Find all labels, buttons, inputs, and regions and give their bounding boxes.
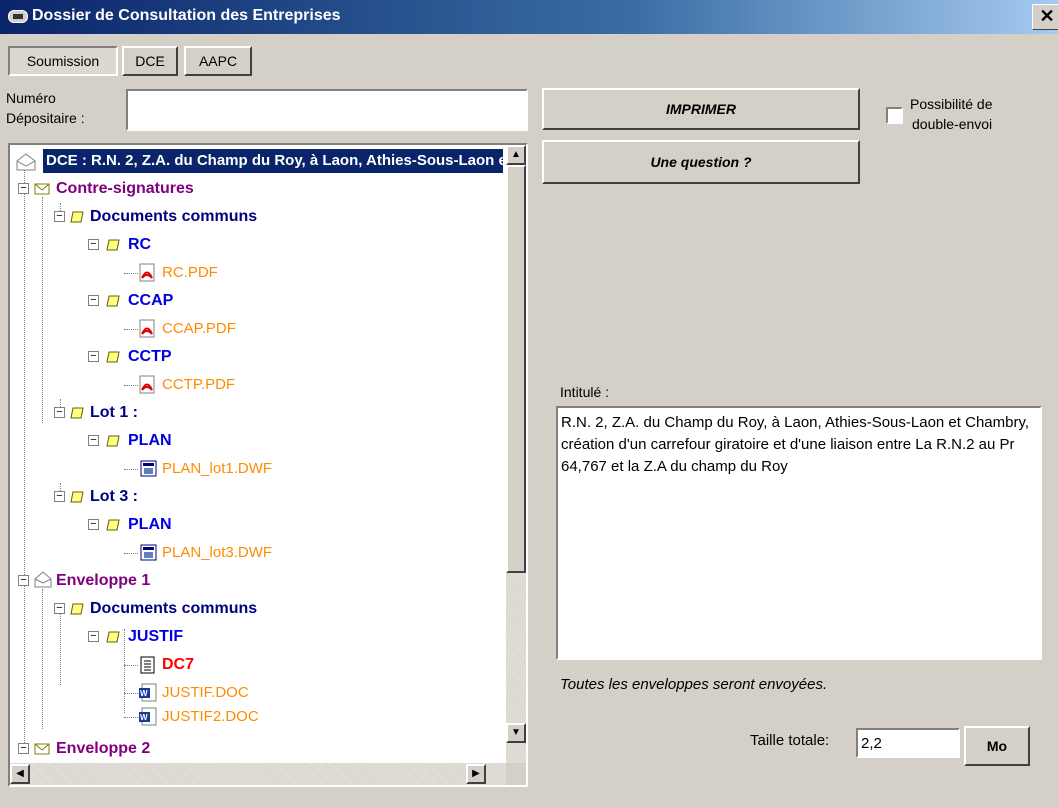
window-title: Dossier de Consultation des Entreprises — [32, 7, 341, 24]
tree-item-enveloppe2[interactable]: Enveloppe 2 — [56, 738, 150, 760]
vertical-scroll-thumb[interactable] — [506, 165, 526, 573]
tree-item-enveloppe1[interactable]: Enveloppe 1 — [56, 570, 150, 592]
scroll-left-button[interactable]: ◀ — [10, 764, 30, 784]
tree-item-ccap-pdf[interactable]: CCAP.PDF — [162, 318, 236, 340]
expander-lot1[interactable]: − — [54, 407, 65, 418]
document-tree[interactable]: DCE : R.N. 2, Z.A. du Champ du Roy, à La… — [8, 143, 528, 787]
scroll-icon — [106, 435, 120, 447]
expander-rc[interactable]: − — [88, 239, 99, 250]
depositaire-input[interactable] — [126, 89, 528, 131]
envelope-icon — [34, 183, 50, 195]
mo-button[interactable]: Mo — [964, 726, 1030, 766]
tree-item-lot3[interactable]: Lot 3 : — [90, 486, 138, 508]
tree-item-plan1[interactable]: PLAN — [128, 430, 172, 452]
expander-docs-communs-1[interactable]: − — [54, 211, 65, 222]
expander-lot3[interactable]: − — [54, 491, 65, 502]
tree-item-plan-lot1[interactable]: PLAN_lot1.DWF — [162, 458, 272, 480]
scroll-right-button[interactable]: ▶ — [466, 764, 486, 784]
tab-dce[interactable]: DCE — [122, 46, 178, 76]
expander-justif[interactable]: − — [88, 631, 99, 642]
intitule-label: Intitulé : — [560, 384, 610, 400]
expander-plan1[interactable]: − — [88, 435, 99, 446]
scroll-icon — [70, 603, 84, 615]
expander-contre-signatures[interactable]: − — [18, 183, 29, 194]
word-file-icon: W — [139, 683, 157, 702]
pdf-icon — [139, 375, 155, 394]
scrollbar-corner — [506, 763, 526, 785]
scroll-icon — [70, 491, 84, 503]
envelope-open-icon — [34, 571, 52, 588]
text-document-icon — [140, 656, 155, 674]
status-text: Toutes les enveloppes seront envoyées. — [560, 676, 828, 693]
tree-item-docs-communs-1[interactable]: Documents communs — [90, 206, 257, 228]
scroll-up-button[interactable]: ▲ — [506, 145, 526, 165]
tab-soumission[interactable]: Soumission — [8, 46, 118, 76]
intitule-textarea[interactable]: R.N. 2, Z.A. du Champ du Roy, à Laon, At… — [556, 406, 1042, 660]
tree-item-docs-communs-2[interactable]: Documents communs — [90, 598, 257, 620]
horizontal-scrollbar[interactable]: ◀ ▶ — [10, 763, 506, 785]
tree-item-rc-pdf[interactable]: RC.PDF — [162, 262, 218, 284]
expander-enveloppe1[interactable]: − — [18, 575, 29, 586]
scroll-icon — [106, 519, 120, 531]
tree-item-root[interactable]: DCE : R.N. 2, Z.A. du Champ du Roy, à La… — [46, 150, 526, 172]
dwf-file-icon — [140, 544, 157, 561]
app-icon — [8, 10, 28, 23]
question-button[interactable]: Une question ? — [542, 140, 860, 184]
depositaire-label-line1: Numéro — [6, 90, 56, 106]
depositaire-label-line2: Dépositaire : — [6, 110, 85, 126]
tree-item-contre-signatures[interactable]: Contre-signatures — [56, 178, 194, 200]
scroll-icon — [106, 351, 120, 363]
double-envoi-label-line1: Possibilité de — [910, 96, 993, 112]
expander-docs-communs-2[interactable]: − — [54, 603, 65, 614]
tree-item-cctp-pdf[interactable]: CCTP.PDF — [162, 374, 235, 396]
svg-text:W: W — [140, 689, 148, 698]
expander-cctp[interactable]: − — [88, 351, 99, 362]
word-file-icon: W — [139, 707, 157, 726]
expander-enveloppe2[interactable]: − — [18, 743, 29, 754]
tree-item-justif2-doc[interactable]: JUSTIF2.DOC — [162, 706, 259, 728]
tree-item-cctp[interactable]: CCTP — [128, 346, 172, 368]
close-button[interactable]: ✕ — [1032, 4, 1058, 30]
tab-aapc[interactable]: AAPC — [184, 46, 252, 76]
scroll-down-button[interactable]: ▼ — [506, 723, 526, 743]
tree-item-ccap[interactable]: CCAP — [128, 290, 173, 312]
taille-totale-field[interactable] — [856, 728, 960, 758]
tree-item-lot1[interactable]: Lot 1 : — [90, 402, 138, 424]
tree-item-dc7[interactable]: DC7 — [162, 654, 194, 676]
tree-item-justif[interactable]: JUSTIF — [128, 626, 183, 648]
scroll-icon — [70, 211, 84, 223]
dwf-file-icon — [140, 460, 157, 477]
scroll-icon — [70, 407, 84, 419]
scroll-icon — [106, 295, 120, 307]
svg-text:W: W — [140, 713, 148, 722]
envelope-icon — [34, 743, 50, 755]
title-bar: Dossier de Consultation des Entreprises — [0, 0, 1058, 34]
taille-totale-label: Taille totale: — [750, 732, 830, 749]
pdf-icon — [139, 263, 155, 282]
tree-item-rc[interactable]: RC — [128, 234, 151, 256]
vertical-scrollbar[interactable]: ▲ ▼ — [506, 145, 526, 763]
expander-plan3[interactable]: − — [88, 519, 99, 530]
tree-item-justif-doc[interactable]: JUSTIF.DOC — [162, 682, 249, 704]
tree-item-plan3[interactable]: PLAN — [128, 514, 172, 536]
envelope-open-icon — [16, 153, 36, 171]
double-envoi-label-line2: double-envoi — [912, 116, 993, 132]
pdf-icon — [139, 319, 155, 338]
double-envoi-checkbox[interactable] — [886, 107, 903, 124]
scroll-icon — [106, 239, 120, 251]
imprimer-button[interactable]: IMPRIMER — [542, 88, 860, 130]
tree-item-plan-lot3[interactable]: PLAN_lot3.DWF — [162, 542, 272, 564]
scroll-icon — [106, 631, 120, 643]
expander-ccap[interactable]: − — [88, 295, 99, 306]
